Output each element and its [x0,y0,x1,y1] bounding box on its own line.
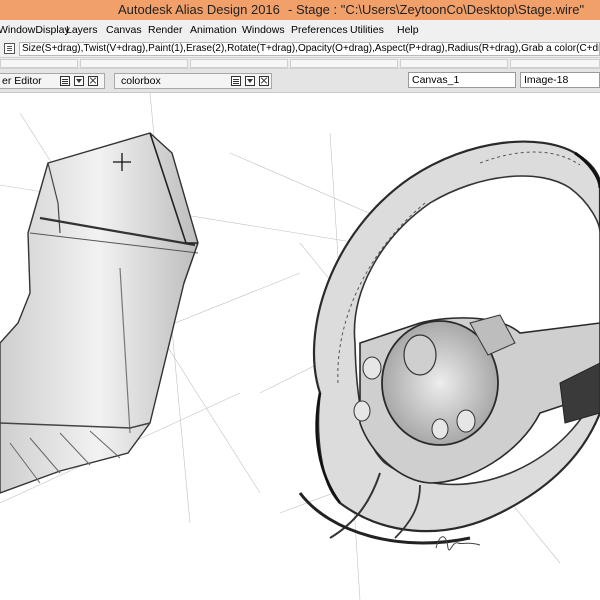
colorbox-panel-label: colorbox [121,75,161,87]
menu-preferences[interactable]: Preferences [291,24,348,36]
title-bar: Autodesk Alias Design 2016 - Stage : "C:… [0,0,600,20]
app-title: Autodesk Alias Design 2016 [118,2,280,17]
editor-panel-tab[interactable]: er Editor [0,73,105,89]
menu-bar: WindowDisplay Layers Canvas Render Anima… [0,20,600,42]
strip-segment[interactable] [400,59,508,68]
close-icon[interactable] [259,76,269,86]
menu-windowdisplay[interactable]: WindowDisplay [0,24,70,36]
tool-strip [0,57,600,69]
chevron-down-icon[interactable] [74,76,84,86]
canvas-name-field[interactable]: Canvas_1 [408,72,516,88]
menu-render[interactable]: Render [148,24,182,36]
menu-canvas[interactable]: Canvas [106,24,142,36]
steering-wheel-sketch [0,93,600,600]
menu-help[interactable]: Help [397,24,419,36]
strip-segment[interactable] [190,59,288,68]
colorbox-panel-tab[interactable]: colorbox [114,73,272,89]
brush-hint-bar: Size(S+drag),Twist(V+drag),Paint(1),Eras… [0,41,600,57]
left-part-sketch [0,132,199,494]
menu-windows[interactable]: Windows [242,24,285,36]
stage-path: - Stage : "C:\Users\ZeytoonCo\Desktop\St… [288,2,585,17]
menu-animation[interactable]: Animation [190,24,237,36]
image-name-field[interactable]: Image-18 [520,72,600,88]
menu-utilities[interactable]: Utilities [350,24,384,36]
brush-options-icon[interactable] [4,43,15,54]
editor-panel-label: er Editor [2,75,42,87]
strip-segment[interactable] [0,59,78,68]
panel-menu-icon[interactable] [60,76,70,86]
steering-wheel [298,140,600,545]
strip-segment[interactable] [510,59,600,68]
brush-hint-text: Size(S+drag),Twist(V+drag),Paint(1),Eras… [19,42,600,56]
menu-layers[interactable]: Layers [66,24,98,36]
panel-menu-icon[interactable] [231,76,241,86]
panel-bar: er Editor colorbox Canvas_1 Image-18 [0,69,600,93]
strip-segment[interactable] [80,59,188,68]
chevron-down-icon[interactable] [245,76,255,86]
sketch-canvas[interactable] [0,93,600,600]
close-icon[interactable] [88,76,98,86]
strip-segment[interactable] [290,59,398,68]
